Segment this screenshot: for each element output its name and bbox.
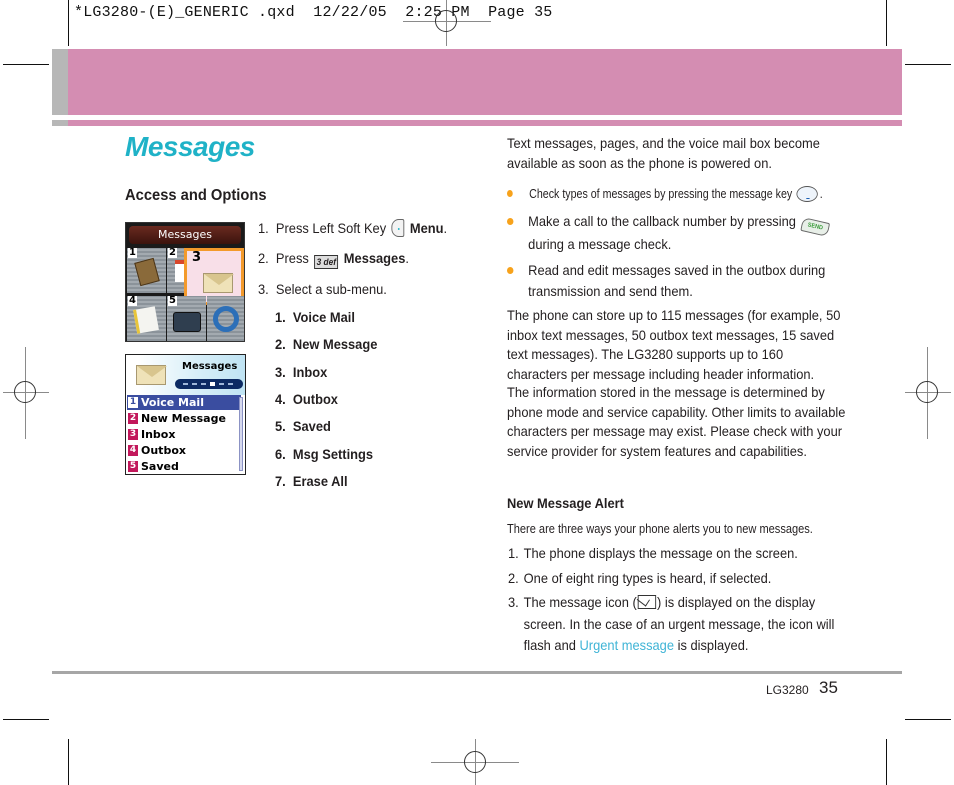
page-number: 35 [819, 678, 838, 697]
screen-header: Messages [126, 355, 245, 395]
screen-list-item: 5 Saved [128, 460, 179, 473]
submenu-item: 7. Erase All [275, 473, 348, 489]
submenu-item: 1. Voice Mail [275, 309, 355, 325]
menu-cell: 1 [127, 248, 166, 293]
bullet-dot [507, 190, 513, 197]
menu-cell: 4 [127, 296, 166, 341]
footer-model: LG3280 [766, 683, 809, 697]
step-1: 1. Press Left Soft Key Menu. [258, 219, 448, 237]
crop-mark [905, 64, 951, 65]
message-key-icon [796, 186, 819, 202]
page-indicator [175, 379, 243, 389]
submenu-item: 6. Msg Settings [275, 446, 374, 462]
bullet-item: Make a call to the callback number by pr… [507, 211, 847, 255]
screen-title: Messages [182, 361, 238, 372]
phone-screen-messages-list: Messages 1 Voice Mail 2 New Message 3 Inbox… [125, 354, 246, 475]
crop-mark [68, 0, 69, 46]
submenu-item: 4. Outbox [275, 391, 338, 407]
header-strip [68, 120, 902, 126]
intro-paragraph: Text messages, pages, and the voice mail… [507, 135, 820, 171]
menu-cell [207, 296, 244, 341]
left-soft-key-icon [391, 219, 405, 237]
alert-list-item: 1. The phone displays the message on the … [508, 545, 798, 561]
screen-list-item: 1 Voice Mail [127, 395, 241, 410]
screen-list-item: 2 New Message [128, 412, 226, 425]
bullet-item: Read and edit messages saved in the outb… [507, 260, 847, 302]
section-heading: Access and Options [125, 187, 267, 204]
screen-title: Messages [129, 226, 241, 244]
crop-mark [3, 64, 49, 65]
messages-envelope-icon [136, 365, 167, 385]
send-key-icon: SEND [800, 217, 830, 237]
envelope-message-icon [637, 595, 657, 609]
alert-list-item: 3. The message icon () is displayed on t… [508, 594, 835, 653]
key-3-def-icon: 3 def [314, 255, 339, 269]
submenu-item: 5. Saved [275, 418, 331, 434]
tools-briefcase-icon [173, 312, 201, 332]
address-book-icon [134, 257, 160, 287]
page-title: Messages [125, 131, 255, 162]
alert-list-item: 2. One of eight ring types is heard, if s… [508, 570, 772, 586]
urgent-message-link: Urgent message [579, 637, 675, 653]
notepad-icon [133, 306, 159, 334]
bullet-dot [507, 218, 514, 225]
submenu-item: 2. New Message [275, 336, 378, 352]
settings-gear-icon [213, 306, 239, 332]
bullet-item: Check types of messages by pressing the … [507, 183, 851, 204]
header-banner-tab [52, 49, 68, 115]
new-message-alert-heading: New Message Alert [507, 495, 624, 511]
crop-mark [886, 0, 887, 46]
footer-rule [52, 671, 902, 674]
screen-list-item: 4 Outbox [128, 444, 186, 457]
submenu-item: 3. Inbox [275, 364, 328, 380]
crop-mark [3, 719, 49, 720]
crop-mark [68, 739, 69, 785]
storage-paragraph: The phone can store up to 115 messages (… [507, 307, 841, 382]
print-slug: *LG3280-(E)_GENERIC .qxd 12/22/05 2:25 P… [74, 4, 553, 21]
menu-cell: 5 [167, 296, 206, 341]
header-strip-tab [52, 120, 68, 126]
bullet-dot [507, 267, 514, 274]
screen-scrollbar [239, 397, 243, 471]
phone-screen-menu-grid: Messages 1 2 3 4 5 [125, 222, 245, 342]
step-2: 2. Press 3 def Messages. [258, 250, 409, 269]
info-paragraph: The information stored in the message is… [507, 384, 846, 459]
header-banner [68, 49, 902, 115]
messages-envelope-icon [203, 273, 234, 293]
crop-mark [905, 719, 951, 720]
alert-intro: There are three ways your phone alerts y… [507, 521, 813, 536]
screen-list-item: 3 Inbox [128, 428, 176, 441]
crop-mark [886, 739, 887, 785]
step-3: 3. Select a sub-menu. [258, 281, 387, 297]
